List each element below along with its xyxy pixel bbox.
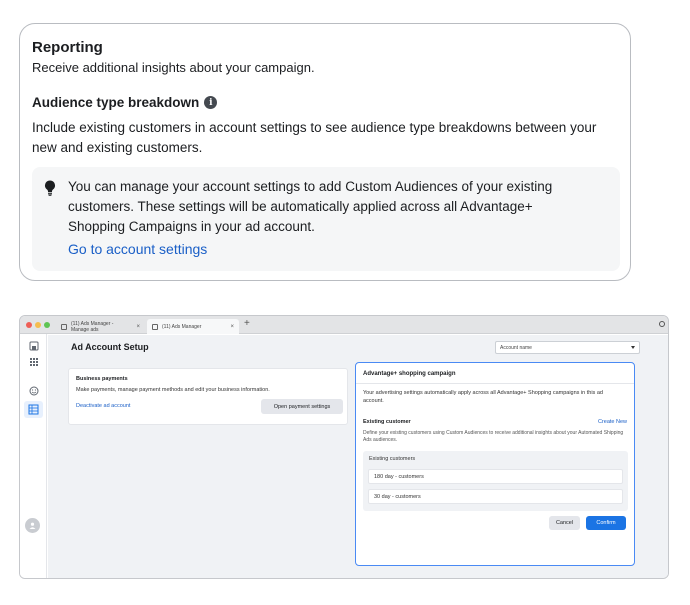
tab-favicon-icon [61, 323, 67, 330]
user-icon [29, 522, 36, 529]
reporting-subtitle: Receive additional insights about your c… [32, 60, 315, 75]
confirm-button[interactable]: Confirm [586, 516, 626, 530]
existing-customers-label: Existing customers [369, 456, 416, 462]
tab-close-icon[interactable]: × [136, 324, 140, 330]
avatar[interactable] [25, 518, 40, 533]
existing-customer-title: Existing customer [363, 419, 411, 425]
account-select-value: Account name [500, 344, 532, 351]
business-payments-description: Make payments, manage payment methods an… [76, 387, 270, 393]
apps-grid-icon[interactable] [29, 357, 39, 367]
advantage-dialog-title: Advantage+ shopping campaign [363, 371, 456, 377]
table-icon [28, 404, 39, 415]
open-payment-settings-button[interactable]: Open payment settings [261, 399, 343, 414]
window-close-dot[interactable] [26, 322, 32, 328]
existing-customers-box: Existing customers 180 day - customers 3… [363, 451, 628, 511]
advantage-dialog-description: Your advertising settings automatically … [363, 390, 603, 404]
audience-breakdown-title: Audience type breakdown [32, 95, 200, 110]
business-payments-card: Business payments Make payments, manage … [68, 368, 348, 425]
cancel-button[interactable]: Cancel [549, 516, 580, 530]
reporting-title: Reporting [32, 39, 103, 56]
tip-text: You can manage your account settings to … [68, 179, 553, 234]
home-icon[interactable] [29, 341, 39, 351]
browser-menu-icon[interactable] [659, 321, 665, 327]
info-icon[interactable]: i [204, 96, 218, 109]
browser-tab-manage-ads[interactable]: (11) Ads Manager - Manage ads × [56, 319, 145, 334]
divider [356, 383, 634, 384]
new-tab-icon[interactable]: + [244, 318, 250, 329]
audience-breakdown-description: Include existing customers in account se… [32, 120, 597, 155]
deactivate-account-link[interactable]: Deactivate ad account [76, 403, 130, 409]
account-name-select[interactable]: Account name [495, 341, 640, 354]
tab-label: (11) Ads Manager - Manage ads [71, 320, 114, 333]
main-content: Ad Account Setup Account name Business p… [48, 335, 668, 578]
audience-option-30-day[interactable]: 30 day - customers [368, 489, 623, 504]
audience-option-180-day[interactable]: 180 day - customers [368, 469, 623, 484]
browser-window: (11) Ads Manager - Manage ads × (11) Ads… [19, 315, 669, 579]
audience-breakdown-heading: Audience type breakdown i [32, 95, 218, 110]
create-new-link[interactable]: Create New [598, 419, 627, 425]
reporting-card: Reporting Receive additional insights ab… [19, 23, 631, 281]
caret-down-icon [631, 346, 635, 349]
rail-active-item[interactable] [24, 401, 43, 418]
smiley-icon[interactable] [29, 386, 39, 396]
account-settings-link[interactable]: Go to account settings [68, 241, 207, 257]
tab-bar: (11) Ads Manager - Manage ads × (11) Ads… [20, 316, 668, 334]
tab-label: (11) Ads Manager [162, 323, 202, 330]
advantage-shopping-dialog: Advantage+ shopping campaign Your advert… [355, 362, 635, 566]
tip-box: You can manage your account settings to … [32, 167, 620, 271]
tab-close-icon[interactable]: × [230, 324, 234, 330]
lightbulb-icon [45, 180, 55, 196]
page-title: Ad Account Setup [71, 342, 149, 352]
existing-customer-description: Define your existing customers using Cus… [363, 430, 624, 443]
window-zoom-dot[interactable] [44, 322, 50, 328]
tab-favicon-icon [152, 323, 158, 330]
window-minimize-dot[interactable] [35, 322, 41, 328]
business-payments-title: Business payments [76, 376, 128, 382]
left-navigation-rail [20, 334, 47, 578]
browser-tab-ads-manager[interactable]: (11) Ads Manager × [147, 319, 239, 334]
